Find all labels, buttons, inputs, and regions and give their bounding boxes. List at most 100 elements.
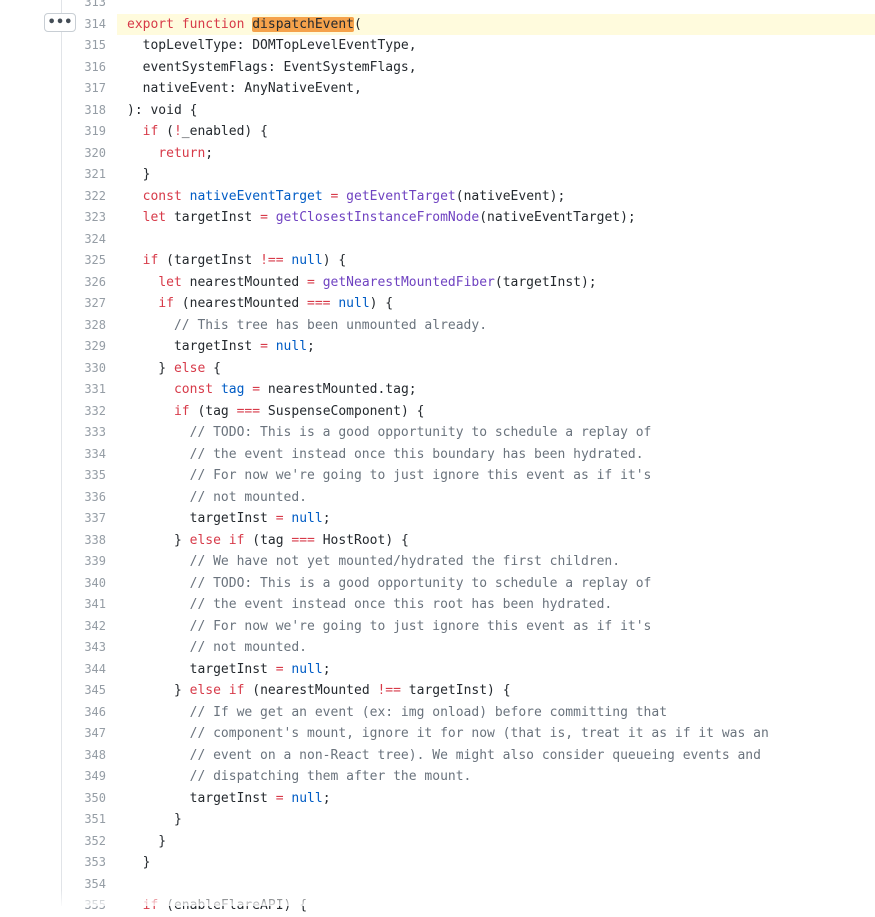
- code-token: const: [173, 382, 214, 397]
- line-number[interactable]: 338: [62, 530, 106, 552]
- line-number[interactable]: 325: [62, 250, 106, 272]
- line-number[interactable]: 313: [62, 0, 106, 14]
- code-token: getEventTarget: [346, 188, 456, 204]
- code-token: // TODO: This is a good opportunity to s…: [127, 575, 652, 591]
- line-number[interactable]: 328: [62, 315, 106, 337]
- code-line: 313: [0, 0, 875, 14]
- line-number[interactable]: 327: [62, 293, 106, 315]
- code-text: const tag = nearestMounted.tag;: [127, 379, 417, 401]
- code-token: }: [127, 167, 151, 182]
- code-line: 330 } else {: [0, 358, 875, 380]
- line-number[interactable]: 353: [62, 852, 106, 874]
- line-number[interactable]: 319: [62, 121, 106, 143]
- line-number[interactable]: 346: [62, 702, 106, 724]
- code-token: =: [275, 511, 284, 526]
- line-number[interactable]: 342: [62, 616, 106, 638]
- line-number[interactable]: 348: [62, 745, 106, 767]
- line-number[interactable]: 340: [62, 573, 106, 595]
- code-token: !: [173, 124, 182, 139]
- line-number[interactable]: 351: [62, 809, 106, 831]
- code-line: 326 let nearestMounted = getNearestMount…: [0, 272, 875, 294]
- line-number[interactable]: 331: [62, 379, 106, 401]
- code-token: getNearestMountedFiber: [322, 274, 495, 290]
- line-number[interactable]: 347: [62, 723, 106, 745]
- code-token: targetInst) {: [400, 683, 511, 698]
- code-line: 338 } else if (tag === HostRoot) {: [0, 530, 875, 552]
- line-number[interactable]: 326: [62, 272, 106, 294]
- code-token: nearestMounted: [181, 274, 308, 290]
- code-token: (: [158, 124, 174, 139]
- expand-lines-button[interactable]: •••: [44, 13, 76, 32]
- code-token: targetInst: [127, 339, 261, 354]
- line-number[interactable]: 330: [62, 358, 106, 380]
- line-number[interactable]: 343: [62, 637, 106, 659]
- code-token: (targetInst: [158, 253, 261, 268]
- line-number[interactable]: 315: [62, 35, 106, 57]
- code-text: }: [127, 831, 166, 853]
- code-line: 352 }: [0, 831, 875, 853]
- code-token: null: [291, 253, 323, 268]
- code-line: 318): void {: [0, 100, 875, 122]
- line-number[interactable]: 336: [62, 487, 106, 509]
- code-line: 316 eventSystemFlags: EventSystemFlags,: [0, 57, 875, 79]
- code-token: ;: [322, 661, 331, 677]
- line-number[interactable]: 344: [62, 659, 106, 681]
- code-token: nativeEventTarget: [189, 188, 323, 204]
- code-token: null: [291, 661, 323, 677]
- code-token: }: [127, 812, 182, 827]
- code-token: (tag: [244, 532, 292, 548]
- code-text: if (nearestMounted === null) {: [127, 293, 393, 315]
- line-number[interactable]: 318: [62, 100, 106, 122]
- code-text: // If we get an event (ex: img onload) b…: [127, 702, 667, 724]
- code-line: 334 // the event instead once this bound…: [0, 444, 875, 466]
- line-number[interactable]: 335: [62, 465, 106, 487]
- code-token: }: [127, 855, 151, 870]
- line-number[interactable]: 334: [62, 444, 106, 466]
- line-number[interactable]: 320: [62, 143, 106, 165]
- code-token: nativeEvent: AnyNativeEvent,: [127, 81, 362, 96]
- code-token: =: [260, 339, 268, 354]
- code-line: 345 } else if (nearestMounted !== target…: [0, 680, 875, 702]
- code-text: // not mounted.: [127, 637, 307, 659]
- code-token: null: [291, 790, 323, 806]
- line-number[interactable]: 333: [62, 422, 106, 444]
- line-number[interactable]: 350: [62, 788, 106, 810]
- code-token: null: [275, 339, 308, 354]
- code-token: !==: [377, 683, 401, 698]
- code-text: // This tree has been unmounted already.: [127, 315, 487, 337]
- code-token: ===: [291, 532, 315, 548]
- code-token: (nativeEvent);: [455, 188, 566, 204]
- line-number[interactable]: 317: [62, 78, 106, 100]
- code-text: targetInst = null;: [127, 336, 315, 358]
- line-number[interactable]: 324: [62, 229, 106, 251]
- line-number[interactable]: 345: [62, 680, 106, 702]
- line-number[interactable]: 332: [62, 401, 106, 423]
- line-number[interactable]: 339: [62, 551, 106, 573]
- code-token: getClosestInstanceFromNode: [275, 210, 480, 225]
- line-number[interactable]: 341: [62, 594, 106, 616]
- line-number[interactable]: 322: [62, 186, 106, 208]
- code-line: 342 // For now we're going to just ignor…: [0, 616, 875, 638]
- code-token: // component's mount, ignore it for now …: [127, 726, 769, 741]
- code-token: HostRoot) {: [314, 532, 409, 548]
- code-token: }: [127, 833, 167, 849]
- line-number[interactable]: 316: [62, 57, 106, 79]
- line-number[interactable]: 352: [62, 831, 106, 853]
- line-number[interactable]: 321: [62, 164, 106, 186]
- line-number[interactable]: 329: [62, 336, 106, 358]
- line-number[interactable]: 349: [62, 766, 106, 788]
- line-number[interactable]: 323: [62, 207, 106, 229]
- ellipsis-icon: •••: [47, 15, 73, 30]
- code-token: // dispatching them after the mount.: [127, 769, 472, 784]
- code-line: 348 // event on a non-React tree). We mi…: [0, 745, 875, 767]
- code-token: // If we get an event (ex: img onload) b…: [127, 704, 668, 720]
- code-text: // the event instead once this root has …: [127, 594, 613, 616]
- code-token: (nativeEventTarget);: [479, 210, 636, 225]
- line-number[interactable]: 337: [62, 508, 106, 530]
- code-text: // TODO: This is a good opportunity to s…: [127, 422, 652, 444]
